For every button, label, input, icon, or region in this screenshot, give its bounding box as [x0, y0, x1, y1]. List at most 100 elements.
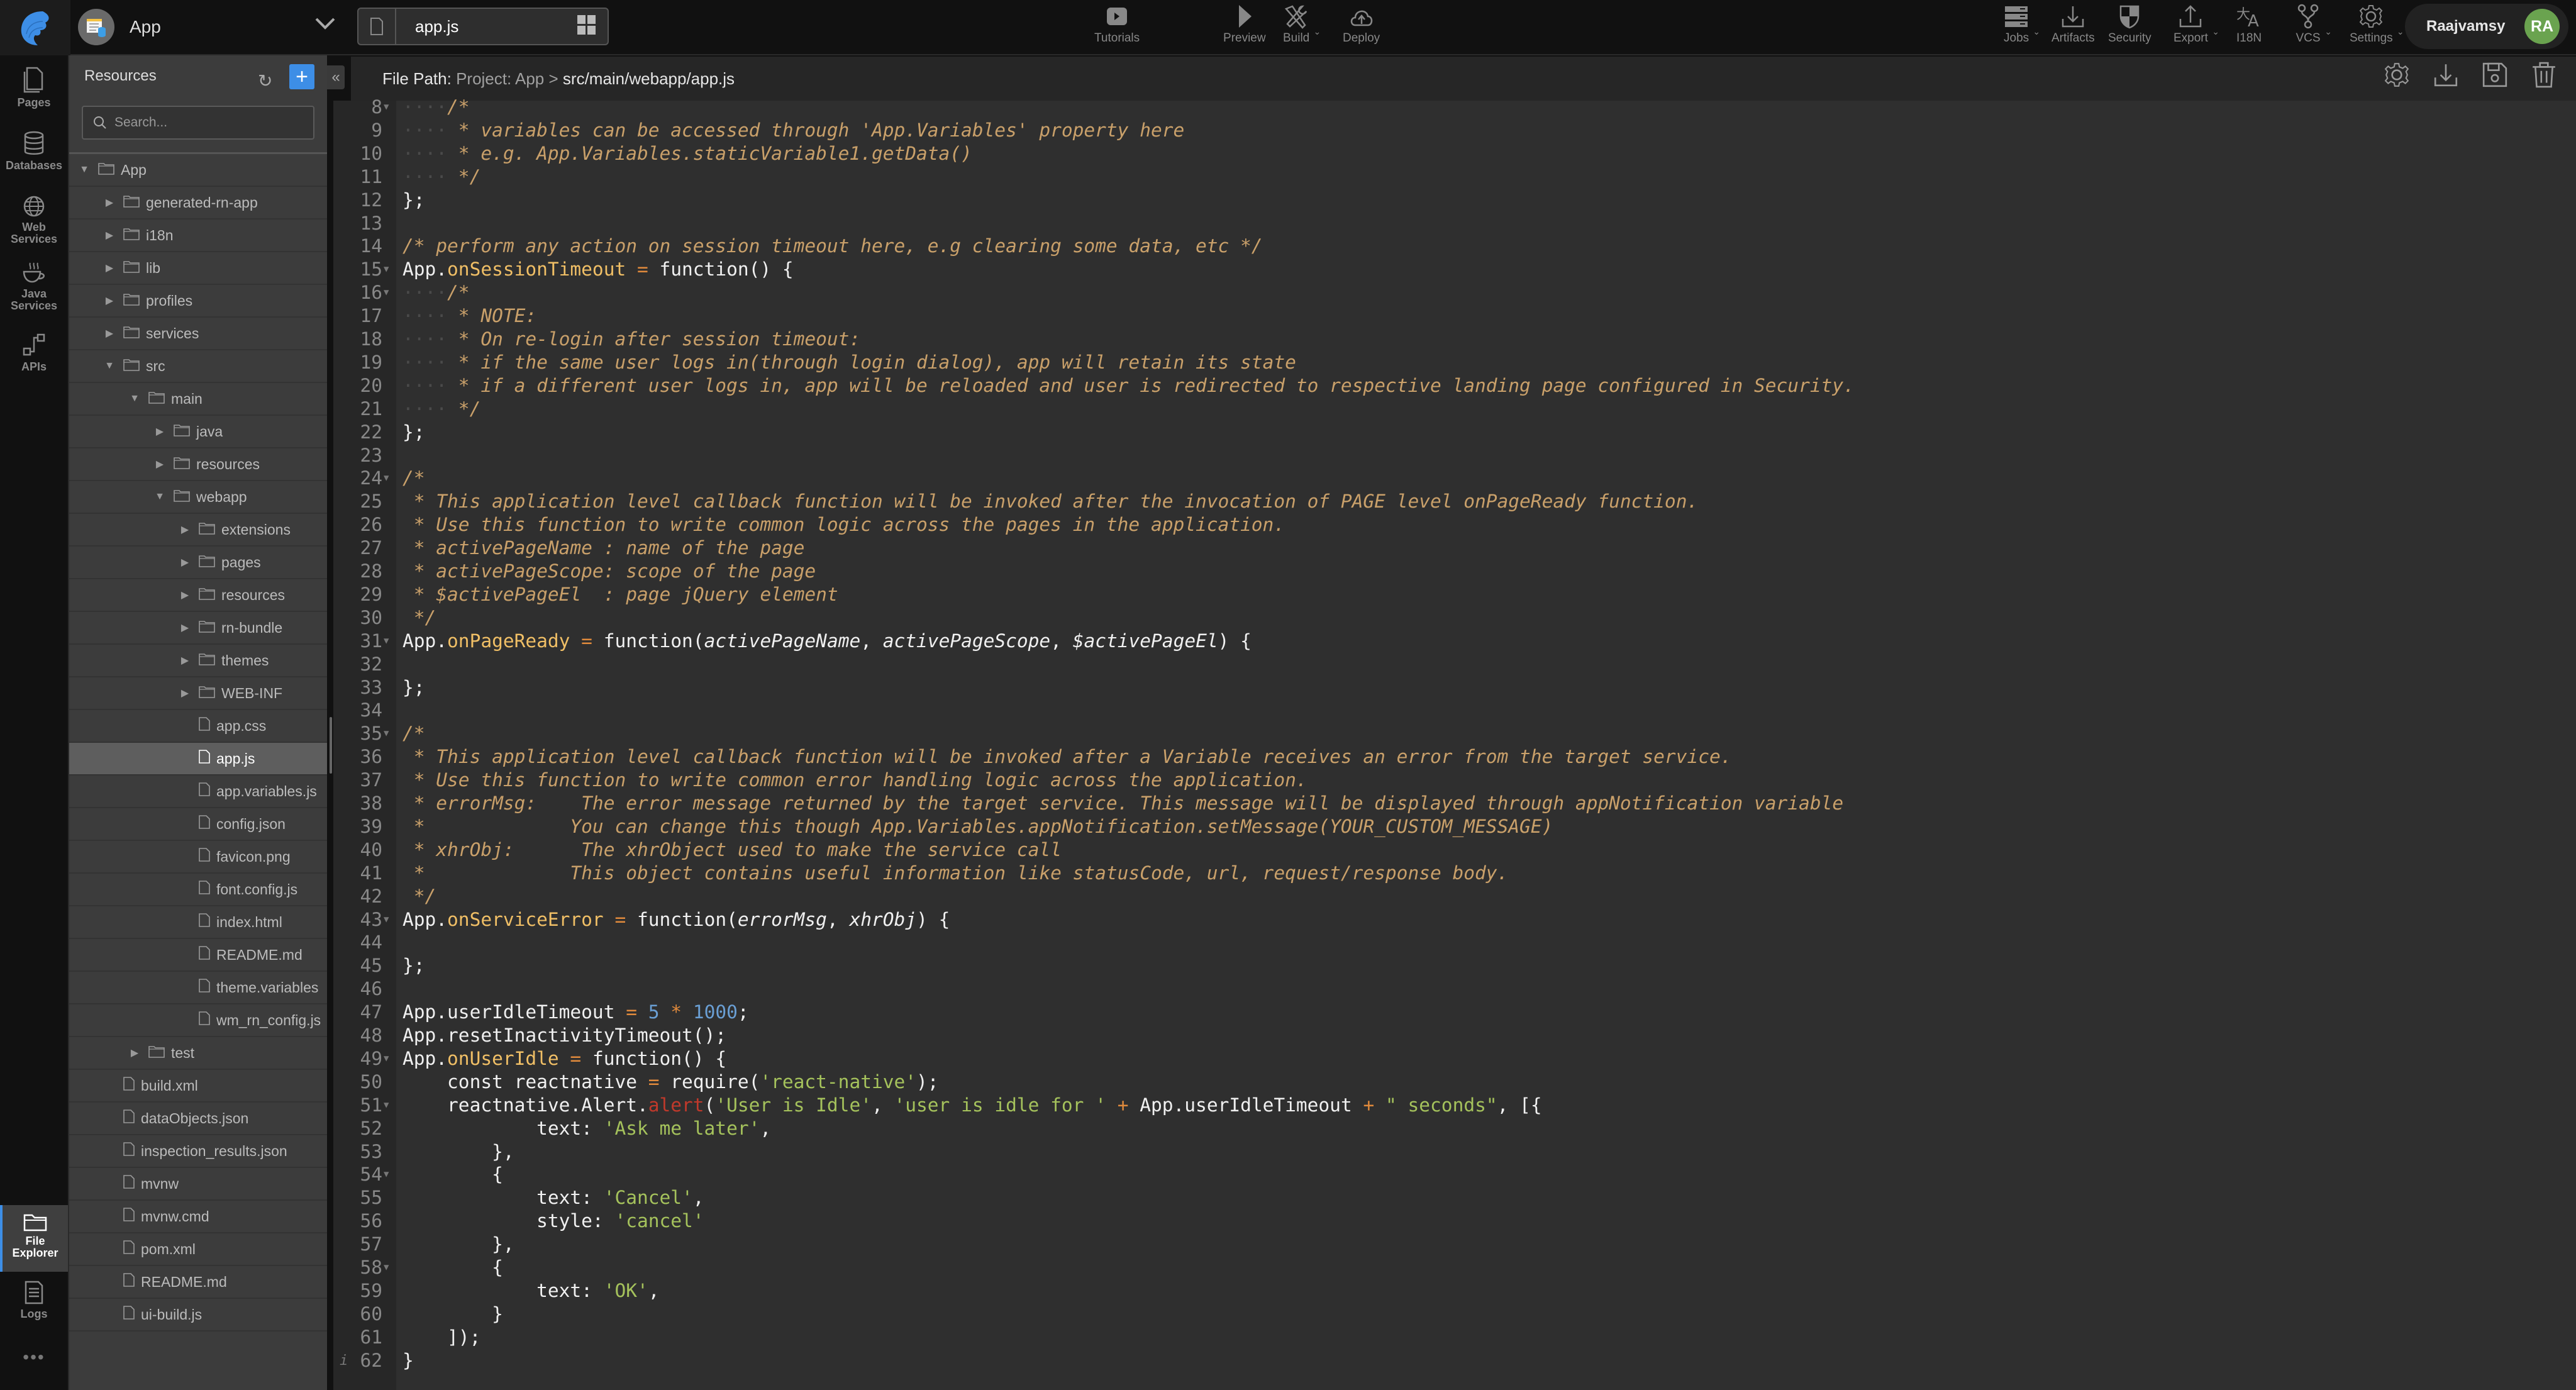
nav-databases[interactable]: Databases [0, 131, 68, 172]
fold-toggle-icon[interactable]: ▼ [384, 630, 389, 653]
caret-right-icon[interactable]: ▶ [179, 589, 191, 601]
code-line[interactable]: 43 ▼ App.onServiceError = function(errorMs… [333, 908, 2572, 931]
code-line[interactable]: 31 ▼ App.onPageReady = function(activePage… [333, 630, 2572, 653]
nav-apis[interactable]: APIs [0, 332, 68, 373]
code-line[interactable]: 41 * This object contains useful informa… [333, 862, 2572, 885]
caret-right-icon[interactable]: ▶ [103, 262, 116, 274]
tree-folder[interactable]: ▶ WEB-INF [69, 677, 327, 710]
deploy-button[interactable]: Deploy [1343, 4, 1380, 45]
tree-folder[interactable]: ▶ resources [69, 448, 327, 481]
code-line[interactable]: 18 ···· * On re-login after session timeo… [333, 328, 2572, 351]
tree-file[interactable]: ui-build.js [69, 1299, 327, 1332]
tree-folder[interactable]: ▶ services [69, 318, 327, 350]
tree-file[interactable]: favicon.png [69, 841, 327, 874]
code-editor[interactable]: 8 ▼ ····/* 9 ···· * variables can be accesse… [333, 96, 2576, 1390]
code-line[interactable]: 47 App.userIdleTimeout = 5 * 1000; [333, 1001, 2572, 1024]
tree-file[interactable]: mvnw.cmd [69, 1201, 327, 1233]
tree-folder[interactable]: ▶ java [69, 416, 327, 448]
caret-right-icon[interactable]: ▶ [179, 556, 191, 569]
tree-folder[interactable]: ▼ webapp [69, 481, 327, 514]
fold-toggle-icon[interactable]: ▼ [384, 467, 389, 490]
code-line[interactable]: 40 * xhrObj: The xhrObject used to make … [333, 838, 2572, 862]
caret-right-icon[interactable]: ▶ [179, 687, 191, 699]
wavemaker-logo[interactable] [0, 0, 70, 55]
code-line[interactable]: 50 const reactnative = require('react-na… [333, 1070, 2572, 1094]
grid-view-icon[interactable] [577, 14, 596, 38]
tree-file[interactable]: README.md [69, 1266, 327, 1299]
code-line[interactable]: 46 [333, 977, 2572, 1001]
caret-right-icon[interactable]: ▶ [103, 294, 116, 307]
tree-file[interactable]: theme.variables [69, 972, 327, 1004]
fold-toggle-icon[interactable]: ▼ [384, 258, 389, 281]
code-line[interactable]: 25 * This application level callback fun… [333, 490, 2572, 513]
fold-toggle-icon[interactable]: ▼ [384, 96, 389, 119]
tree-folder[interactable]: ▶ i18n [69, 220, 327, 252]
code-line[interactable]: 35 ▼ /* [333, 722, 2572, 745]
caret-right-icon[interactable]: ▶ [103, 229, 116, 242]
caret-right-icon[interactable]: ▶ [103, 196, 116, 209]
chevron-down-icon[interactable] [314, 14, 336, 35]
tree-folder[interactable]: ▼ main [69, 383, 327, 416]
caret-right-icon[interactable]: ▶ [103, 327, 116, 340]
code-line[interactable]: 28 * activePageScope: scope of the page [333, 560, 2572, 583]
nav-logs[interactable]: Logs [0, 1281, 68, 1320]
tree-folder[interactable]: ▼ src [69, 350, 327, 383]
tree-folder[interactable]: ▶ themes [69, 645, 327, 677]
tree-file[interactable]: mvnw [69, 1168, 327, 1201]
tree-file[interactable]: build.xml [69, 1070, 327, 1103]
search-input[interactable] [114, 115, 303, 130]
code-line[interactable]: 23 [333, 444, 2572, 467]
tree-folder[interactable]: ▶ extensions [69, 514, 327, 547]
tree-folder[interactable]: ▶ profiles [69, 285, 327, 318]
tree-file[interactable]: app.js [69, 743, 327, 776]
tree-scrollbar[interactable] [330, 717, 332, 774]
code-line[interactable]: 42 */ [333, 885, 2572, 908]
export-button[interactable]: Export ⌄ [2174, 4, 2219, 45]
code-line[interactable]: 36 * This application level callback fun… [333, 745, 2572, 769]
project-switcher[interactable]: App [78, 6, 336, 48]
tree-file[interactable]: config.json [69, 808, 327, 841]
code-line[interactable]: 30 */ [333, 606, 2572, 630]
security-button[interactable]: Security [2108, 4, 2151, 45]
code-line[interactable]: 12}; [333, 189, 2572, 212]
editor-save-button[interactable] [2482, 62, 2508, 91]
code-line[interactable]: 48 App.resetInactivityTimeout(); [333, 1024, 2572, 1047]
user-menu[interactable]: Raajvamsy RA [2405, 4, 2568, 49]
tree-file[interactable]: font.config.js [69, 874, 327, 906]
code-line[interactable]: 26 * Use this function to write common l… [333, 513, 2572, 537]
code-line[interactable]: 60 } [333, 1303, 2572, 1326]
fold-toggle-icon[interactable]: ▼ [384, 908, 389, 931]
nav-web-services[interactable]: Web Services [0, 195, 68, 245]
caret-down-icon[interactable]: ▼ [128, 393, 141, 404]
fold-toggle-icon[interactable]: ▼ [384, 281, 389, 304]
caret-down-icon[interactable]: ▼ [78, 164, 91, 175]
code-line[interactable]: 15 ▼ App.onSessionTimeout = function() { [333, 258, 2572, 281]
code-line[interactable]: 8 ▼ ····/* [333, 96, 2572, 119]
tree-file[interactable]: app.variables.js [69, 776, 327, 808]
code-line[interactable]: 53 }, [333, 1140, 2572, 1164]
resources-search[interactable] [82, 106, 314, 140]
code-line[interactable]: 10 ···· * e.g. App.Variables.staticVariab… [333, 142, 2572, 165]
code-line[interactable]: 49 ▼ App.onUserIdle = function() { [333, 1047, 2572, 1070]
tree-file[interactable]: pom.xml [69, 1233, 327, 1266]
tree-folder[interactable]: ▶ lib [69, 252, 327, 285]
info-icon[interactable]: i [340, 1349, 348, 1372]
code-line[interactable]: 11 ···· */ [333, 165, 2572, 189]
tree-folder[interactable]: ▶ resources [69, 579, 327, 612]
tree-folder[interactable]: ▶ generated-rn-app [69, 187, 327, 220]
code-line[interactable]: 61 ]); [333, 1326, 2572, 1349]
caret-right-icon[interactable]: ▶ [153, 425, 166, 438]
preview-button[interactable]: Preview [1223, 4, 1266, 45]
i18n-button[interactable]: 大A I18N [2236, 4, 2262, 45]
nav-file-explorer[interactable]: File Explorer [0, 1205, 68, 1272]
code-line[interactable]: 37 * Use this function to write common e… [333, 769, 2572, 792]
code-line[interactable]: 17 ···· * NOTE: [333, 304, 2572, 328]
tree-file[interactable]: index.html [69, 906, 327, 939]
jobs-button[interactable]: Jobs ⌄ [2004, 4, 2040, 45]
fold-toggle-icon[interactable]: ▼ [384, 1163, 389, 1186]
nav-java-services[interactable]: Java Services [0, 262, 68, 312]
fold-toggle-icon[interactable]: ▼ [384, 1094, 389, 1117]
vcs-button[interactable]: VCS ⌄ [2296, 4, 2332, 45]
caret-right-icon[interactable]: ▶ [179, 654, 191, 667]
code-line[interactable]: 45}; [333, 954, 2572, 977]
